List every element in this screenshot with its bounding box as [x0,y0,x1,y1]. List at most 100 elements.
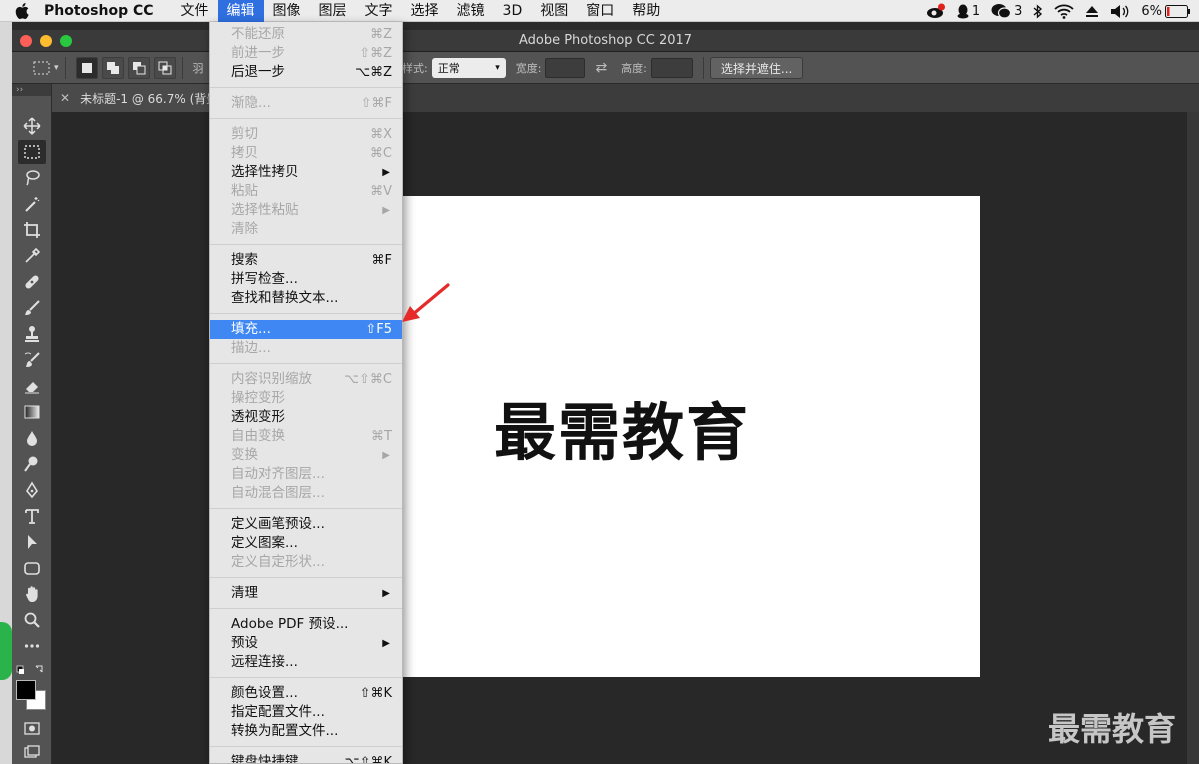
menu-item-paste[interactable]: 粘贴 ⌘V [210,182,402,201]
dodge-tool-icon[interactable] [18,452,46,476]
minimize-button[interactable] [40,34,52,47]
qq-status[interactable]: 1 [957,4,980,19]
menu-item-auto-align-layers[interactable]: 自动对齐图层... [210,465,402,484]
document-tab[interactable]: ✕ 未标题-1 @ 66.7% (背景 [52,84,222,112]
menu-item-auto-blend-layers[interactable]: 自动混合图层... [210,484,402,503]
menu-item-copy[interactable]: 拷贝 ⌘C [210,144,402,163]
menu-item-perspective-warp[interactable]: 透视变形 [210,408,402,427]
gradient-tool-icon[interactable] [18,400,46,424]
menu-view[interactable]: 视图 [531,0,577,22]
menu-item-spell-check[interactable]: 拼写检查... [210,270,402,289]
menu-item-fill[interactable]: 填充... ⇧F5 [210,320,402,339]
menu-item-define-pattern[interactable]: 定义图案... [210,534,402,553]
blur-tool-icon[interactable] [18,426,46,450]
menu-edit[interactable]: 编辑 [217,0,264,22]
menu-image[interactable]: 图像 [264,0,310,22]
move-tool-icon[interactable] [18,114,46,138]
menu-item-pdf-presets[interactable]: Adobe PDF 预设... [210,615,402,634]
zoom-button[interactable] [60,34,72,47]
width-field[interactable] [545,58,586,78]
menu-item-content-aware-scale[interactable]: 内容识别缩放 ⌥⇧⌘C [210,370,402,389]
crop-tool-icon[interactable] [18,218,46,242]
select-and-mask-button[interactable]: 选择并遮住... [709,57,804,79]
menu-item-transform[interactable]: 变换 ▶ [210,446,402,465]
close-button[interactable] [20,34,32,47]
path-selection-tool-icon[interactable] [18,530,46,554]
menu-item-purge[interactable]: 清理 ▶ [210,584,402,603]
healing-brush-tool-icon[interactable] [18,270,46,294]
menu-item-puppet-warp[interactable]: 操控变形 [210,389,402,408]
app-name[interactable]: Photoshop CC [44,3,154,19]
clone-stamp-tool-icon[interactable] [18,322,46,346]
tools-collapse[interactable]: ›› [12,84,51,96]
magic-wand-tool-icon[interactable] [18,192,46,216]
battery-status[interactable]: 6% [1141,4,1191,19]
foreground-color-swatch[interactable] [16,680,36,700]
menu-item-fade[interactable]: 渐隐... ⇧⌘F [210,94,402,113]
menu-item-clear[interactable]: 清除 [210,220,402,239]
tool-preset-picker[interactable]: ▾ [32,60,59,76]
screen-mode-icon[interactable] [18,740,46,764]
height-field[interactable] [650,58,693,78]
apple-icon[interactable] [0,2,44,19]
wifi-icon[interactable] [1054,4,1074,19]
menu-file[interactable]: 文件 [172,0,218,22]
menu-item-step-backward[interactable]: 后退一步 ⌥⌘Z [210,63,402,82]
volume-icon[interactable] [1110,4,1130,19]
intersect-selection-button[interactable] [153,56,176,79]
weibo-icon[interactable] [926,3,946,19]
quick-mask-icon[interactable] [18,716,46,740]
menu-item-cut[interactable]: 剪切 ⌘X [210,125,402,144]
window-titlebar[interactable]: Adobe Photoshop CC 2017 [12,30,1199,52]
more-tools-icon[interactable] [18,634,46,658]
lasso-tool-icon[interactable] [18,166,46,190]
menu-item-free-transform[interactable]: 自由变换 ⌘T [210,427,402,446]
subtract-selection-button[interactable] [127,56,150,79]
brush-tool-icon[interactable] [18,296,46,320]
marquee-tool-icon[interactable] [18,140,46,164]
menu-item-color-settings[interactable]: 颜色设置... ⇧⌘K [210,684,402,703]
color-swatches[interactable] [16,680,48,712]
history-brush-tool-icon[interactable] [18,348,46,372]
menu-3d[interactable]: 3D [494,0,532,22]
wechat-status[interactable]: 3 [991,3,1022,19]
new-selection-button[interactable] [75,56,98,79]
menu-layer[interactable]: 图层 [310,0,356,22]
menu-help[interactable]: 帮助 [623,0,669,22]
close-tab-icon[interactable]: ✕ [60,91,70,105]
menu-type[interactable]: 文字 [356,0,402,22]
menu-item-presets[interactable]: 预设 ▶ [210,634,402,653]
color-swap-controls[interactable] [16,662,46,676]
zoom-tool-icon[interactable] [18,608,46,632]
eject-icon[interactable] [1085,4,1099,18]
menu-select[interactable]: 选择 [402,0,448,22]
vertical-scrollbar[interactable] [1187,112,1199,764]
menu-item-undo[interactable]: 不能还原 ⌘Z [210,25,402,44]
menu-item-find-replace[interactable]: 查找和替换文本... [210,289,402,308]
menu-item-assign-profile[interactable]: 指定配置文件... [210,703,402,722]
menu-item-stroke[interactable]: 描边... [210,339,402,358]
rectangle-tool-icon[interactable] [18,556,46,580]
menu-item-search[interactable]: 搜索 ⌘F [210,251,402,270]
eraser-tool-icon[interactable] [18,374,46,398]
bluetooth-icon[interactable] [1033,3,1043,19]
type-tool-icon[interactable] [18,504,46,528]
menu-window[interactable]: 窗口 [577,0,623,22]
menu-item-define-shape[interactable]: 定义自定形状... [210,553,402,572]
menu-item-step-forward[interactable]: 前进一步 ⇧⌘Z [210,44,402,63]
menu-item-copy-special[interactable]: 选择性拷贝 ▶ [210,163,402,182]
menu-item-keyboard-shortcuts[interactable]: 键盘快捷键... ⌥⇧⌘K [210,753,402,763]
hand-tool-icon[interactable] [18,582,46,606]
menu-item-define-brush[interactable]: 定义画笔预设... [210,515,402,534]
style-select[interactable]: 正常 ▾ [431,58,506,78]
add-selection-button[interactable] [101,56,124,79]
submenu-arrow-icon: ▶ [382,638,390,649]
menu-filter[interactable]: 滤镜 [448,0,494,22]
eyedropper-tool-icon[interactable] [18,244,46,268]
menu-item-paste-special[interactable]: 选择性粘贴 ▶ [210,201,402,220]
swap-icon[interactable]: ⇄ [595,60,607,76]
menu-item-convert-profile[interactable]: 转换为配置文件... [210,722,402,741]
menu-item-remote-connections[interactable]: 远程连接... [210,653,402,672]
tools-panel: ›› [12,84,52,764]
pen-tool-icon[interactable] [18,478,46,502]
